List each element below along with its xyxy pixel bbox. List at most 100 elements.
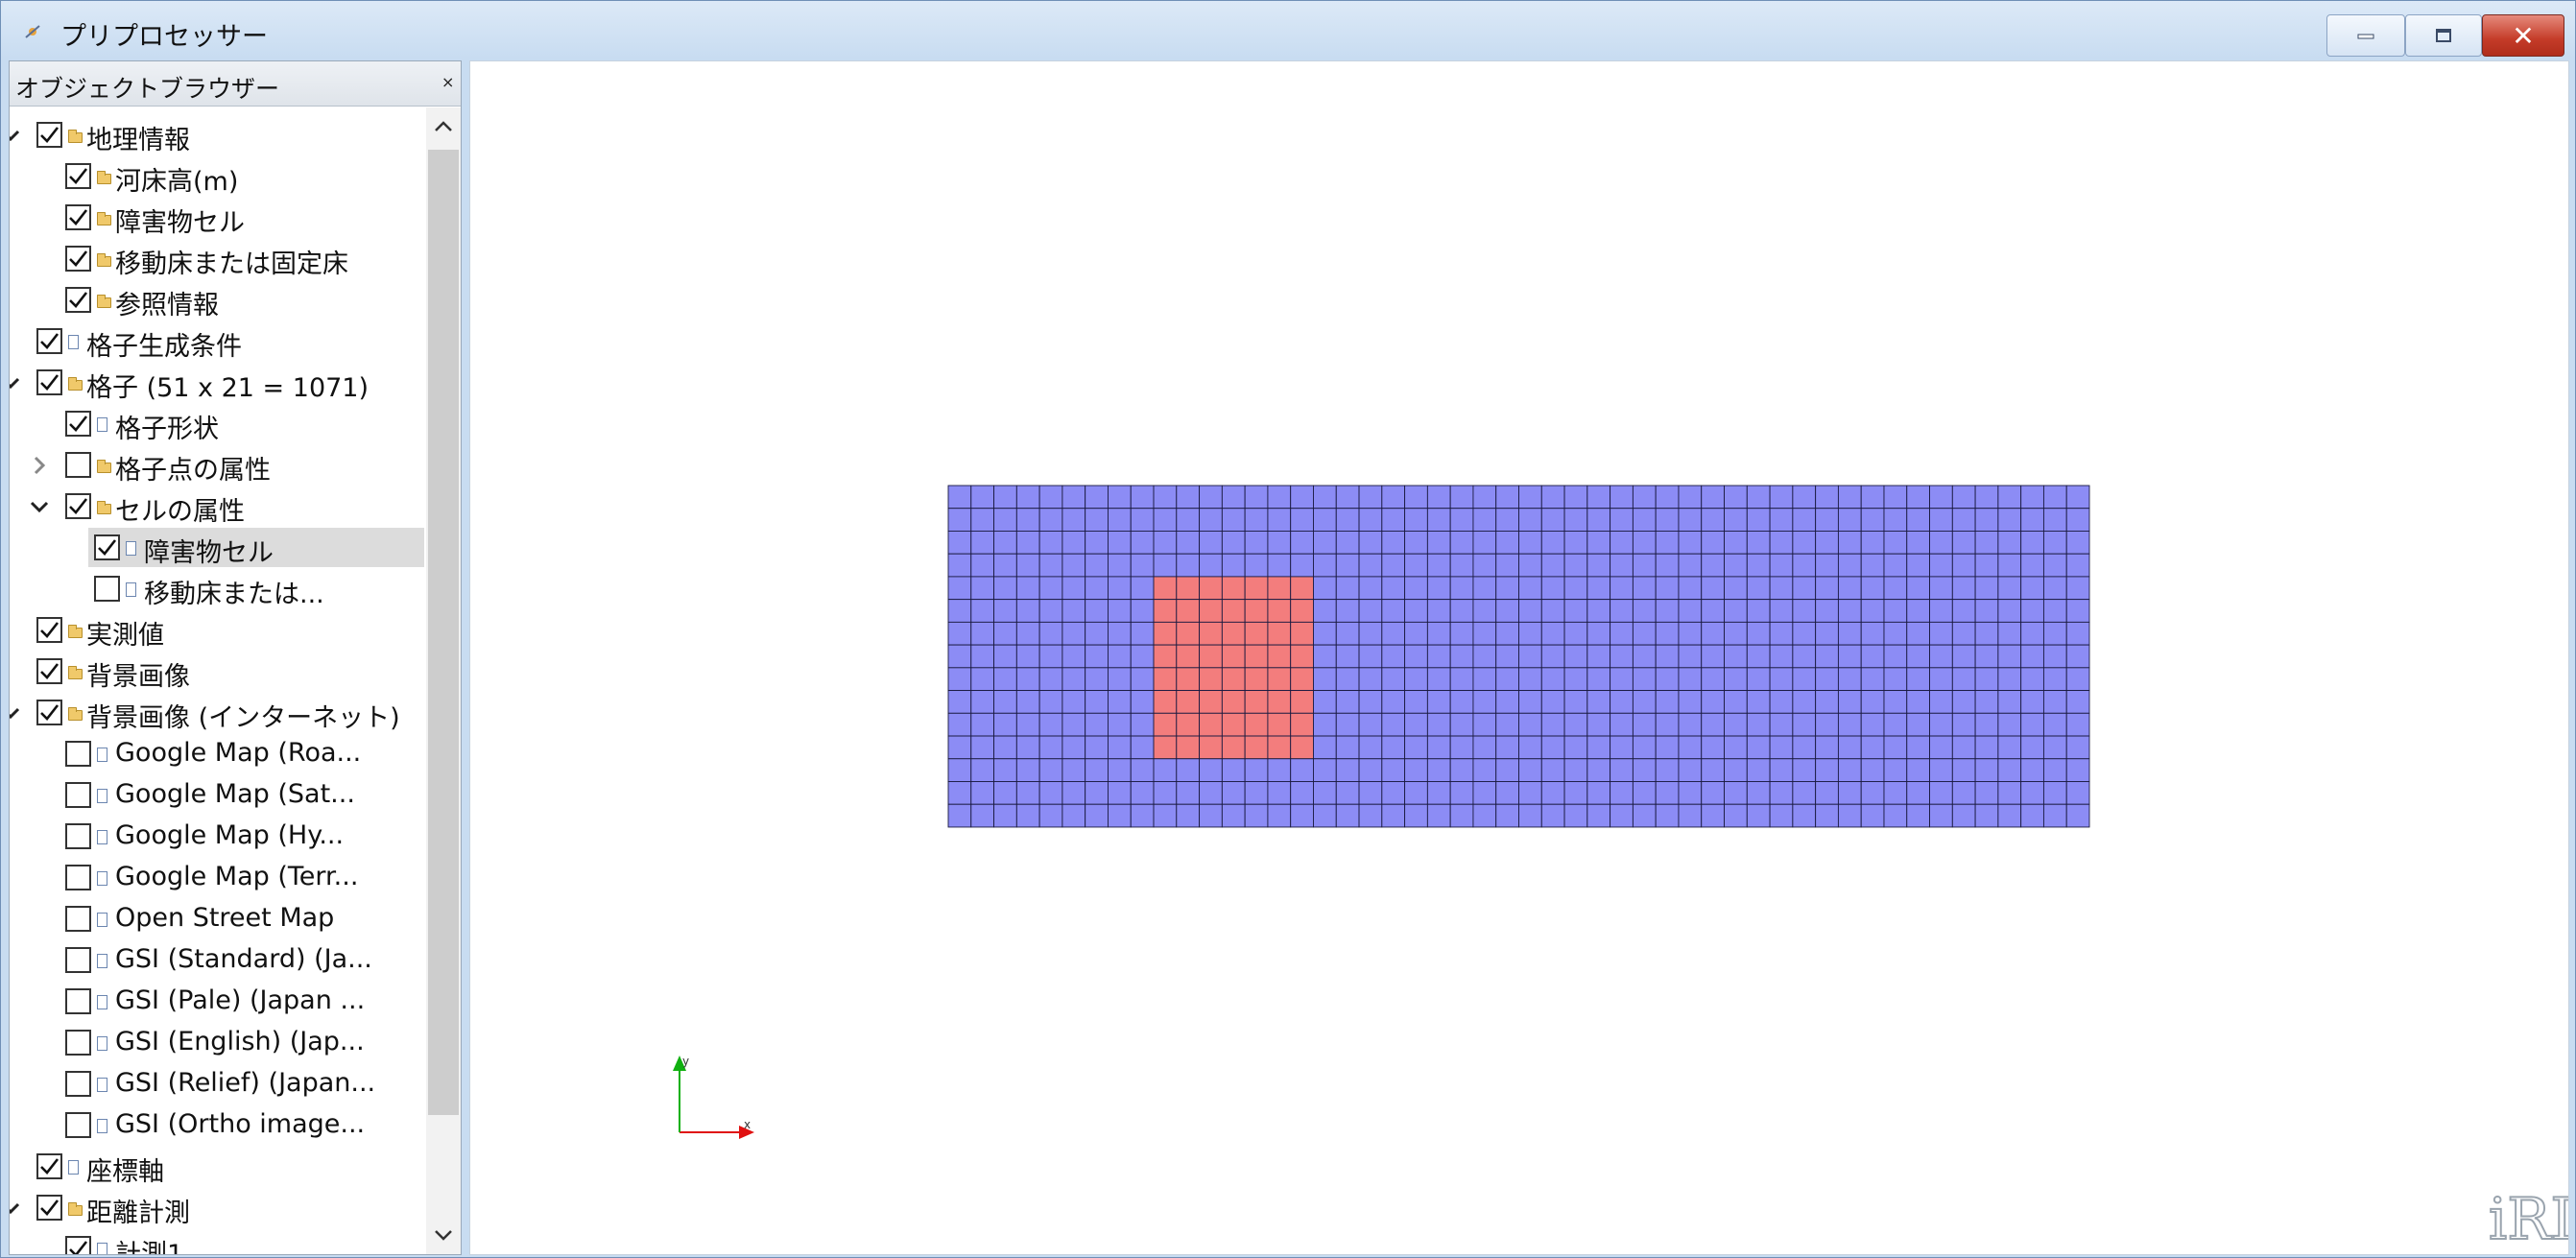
grid-cell[interactable] xyxy=(1176,803,1201,828)
grid-cell[interactable] xyxy=(1610,485,1634,510)
grid-cell[interactable] xyxy=(1563,508,1588,532)
grid-cell[interactable] xyxy=(1358,576,1383,601)
grid-cell[interactable] xyxy=(1335,712,1360,737)
grid-cell[interactable] xyxy=(1746,667,1771,692)
grid-cell[interactable] xyxy=(1061,781,1086,805)
grid-cell[interactable] xyxy=(1701,644,1725,669)
grid-cell[interactable] xyxy=(2042,485,2067,510)
grid-cell[interactable] xyxy=(1586,599,1611,623)
grid-cell[interactable] xyxy=(1655,712,1680,737)
grid-cell[interactable] xyxy=(1199,781,1223,805)
grid-cell[interactable] xyxy=(1974,576,1999,601)
grid-cell[interactable] xyxy=(1792,621,1817,646)
grid-cell[interactable] xyxy=(1769,485,1794,510)
grid-cell[interactable] xyxy=(1244,485,1269,510)
tree-item[interactable]: 格子形状 xyxy=(10,404,424,445)
grid-cell[interactable] xyxy=(1974,758,1999,782)
grid-cell[interactable] xyxy=(1085,485,1109,510)
grid-cell[interactable] xyxy=(947,690,972,714)
grid-cell[interactable] xyxy=(1335,531,1360,555)
grid-cell[interactable] xyxy=(1951,667,1976,692)
grid-cell[interactable] xyxy=(1769,621,1794,646)
grid-cell[interactable] xyxy=(1335,803,1360,828)
grid-cell[interactable] xyxy=(1610,621,1634,646)
grid-cell[interactable] xyxy=(1130,485,1155,510)
grid-cell[interactable] xyxy=(1290,553,1314,578)
grid-cell[interactable] xyxy=(1426,485,1451,510)
grid-cell[interactable] xyxy=(2065,553,2090,578)
tree-item[interactable]: Google Map (Roa... xyxy=(10,734,424,775)
grid-cell[interactable] xyxy=(1449,758,1474,782)
grid-cell[interactable] xyxy=(1518,621,1542,646)
obstacle-cell[interactable] xyxy=(1153,576,1178,601)
grid-cell[interactable] xyxy=(1883,690,1908,714)
grid-cell[interactable] xyxy=(1518,599,1542,623)
minimize-button[interactable] xyxy=(2326,14,2405,57)
tree-item[interactable]: 参照情報 xyxy=(10,280,424,321)
grid-cell[interactable] xyxy=(1563,690,1588,714)
grid-cell[interactable] xyxy=(1085,621,1109,646)
grid-cell[interactable] xyxy=(1038,576,1063,601)
grid-cell[interactable] xyxy=(1130,508,1155,532)
grid-cell[interactable] xyxy=(1929,781,1953,805)
grid-cell[interactable] xyxy=(1974,803,1999,828)
grid-cell[interactable] xyxy=(1495,621,1519,646)
tree-item[interactable]: 距離計測 xyxy=(10,1188,424,1229)
grid-cell[interactable] xyxy=(1837,531,1862,555)
grid-cell[interactable] xyxy=(1404,690,1428,714)
tree-item[interactable]: 障害物セル xyxy=(10,528,424,569)
visibility-checkbox[interactable] xyxy=(65,1112,91,1138)
tree-item[interactable]: GSI (Standard) (Ja... xyxy=(10,940,424,982)
obstacle-cell[interactable] xyxy=(1221,712,1246,737)
visibility-checkbox[interactable] xyxy=(65,741,91,767)
visibility-checkbox[interactable] xyxy=(94,534,120,560)
grid-cell[interactable] xyxy=(1290,781,1314,805)
grid-cell[interactable] xyxy=(1792,644,1817,669)
grid-cell[interactable] xyxy=(1769,599,1794,623)
grid-cell[interactable] xyxy=(1610,644,1634,669)
grid-cell[interactable] xyxy=(1701,485,1725,510)
grid-cell[interactable] xyxy=(1061,712,1086,737)
grid-cell[interactable] xyxy=(1518,712,1542,737)
grid-cell[interactable] xyxy=(1540,621,1565,646)
grid-cell[interactable] xyxy=(1678,485,1703,510)
grid-cell[interactable] xyxy=(1792,712,1817,737)
grid-cell[interactable] xyxy=(1860,712,1885,737)
grid-cell[interactable] xyxy=(1381,531,1406,555)
grid-cell[interactable] xyxy=(1015,644,1040,669)
visibility-checkbox[interactable] xyxy=(36,369,62,395)
obstacle-cell[interactable] xyxy=(1290,576,1314,601)
grid-cell[interactable] xyxy=(1974,508,1999,532)
grid-cell[interactable] xyxy=(1701,735,1725,760)
grid-cell[interactable] xyxy=(1313,485,1337,510)
grid-cell[interactable] xyxy=(1586,758,1611,782)
grid-cell[interactable] xyxy=(1906,712,1930,737)
grid-cell[interactable] xyxy=(1038,485,1063,510)
grid-cell[interactable] xyxy=(1449,485,1474,510)
obstacle-cell[interactable] xyxy=(1221,621,1246,646)
grid-cell[interactable] xyxy=(1335,690,1360,714)
grid-cell[interactable] xyxy=(1815,531,1839,555)
grid-cell[interactable] xyxy=(1610,508,1634,532)
grid-cell[interactable] xyxy=(1335,576,1360,601)
grid-cell[interactable] xyxy=(947,576,972,601)
grid-cell[interactable] xyxy=(1974,735,1999,760)
obstacle-cell[interactable] xyxy=(1221,599,1246,623)
grid-cell[interactable] xyxy=(1837,576,1862,601)
grid-cell[interactable] xyxy=(1313,644,1337,669)
grid-cell[interactable] xyxy=(947,712,972,737)
grid-cell[interactable] xyxy=(1130,803,1155,828)
grid-cell[interactable] xyxy=(1701,712,1725,737)
visibility-checkbox[interactable] xyxy=(36,328,62,354)
grid-cell[interactable] xyxy=(1815,599,1839,623)
grid-cell[interactable] xyxy=(993,621,1017,646)
scroll-up-button[interactable] xyxy=(426,107,461,146)
grid-cell[interactable] xyxy=(1015,485,1040,510)
grid-cell[interactable] xyxy=(1678,667,1703,692)
tree-item[interactable]: 河床高(m) xyxy=(10,156,424,198)
obstacle-cell[interactable] xyxy=(1153,712,1178,737)
obstacle-cell[interactable] xyxy=(1244,667,1269,692)
grid-cell[interactable] xyxy=(1610,531,1634,555)
grid-cell[interactable] xyxy=(1153,485,1178,510)
grid-cell[interactable] xyxy=(1518,690,1542,714)
